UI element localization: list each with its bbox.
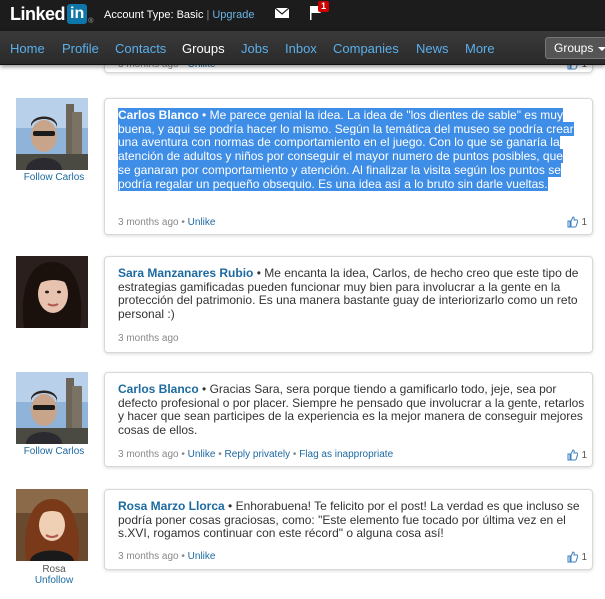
comment-text: Carlos Blanco • Me parece genial la idea…: [118, 108, 574, 191]
comment-meta: 3 months ago • Unlike: [118, 217, 216, 228]
nav-groups[interactable]: Groups: [182, 41, 225, 56]
unlike-link[interactable]: Unlike: [188, 217, 216, 228]
avatar-carlos-image: [16, 372, 88, 444]
thumbs-up-icon: [567, 551, 579, 563]
comment-author[interactable]: Rosa Marzo Llorca: [118, 499, 225, 513]
comment-author[interactable]: Carlos Blanco: [118, 108, 199, 122]
rosa-follow: Rosa Unfollow: [10, 564, 98, 586]
nav-contacts[interactable]: Contacts: [115, 41, 166, 56]
unlike-link[interactable]: Unlike: [188, 551, 216, 562]
search-scope-value: Groups: [554, 41, 594, 55]
avatar-carlos-image: [16, 98, 88, 170]
avatar-sara-image: [16, 256, 88, 328]
comment-author[interactable]: Sara Manzanares Rubio: [118, 266, 253, 280]
nav-jobs[interactable]: Jobs: [241, 41, 268, 56]
unfollow-link[interactable]: Unfollow: [35, 575, 73, 586]
logo-word: Linked: [10, 3, 66, 24]
comment-text: Sara Manzanares Rubio • Me encanta la id…: [118, 266, 588, 322]
comment-text: Carlos Blanco • Gracias Sara, sera porqu…: [118, 382, 588, 438]
unlike-link[interactable]: Unlike: [188, 449, 216, 460]
comment-meta: 3 months ago • Unlike: [118, 551, 216, 562]
comment-meta: 3 months ago • Unlike • Reply privately …: [118, 449, 394, 460]
top-bar: Linked in ® Account Type: Basic | Upgrade …: [0, 0, 605, 31]
account-type-label: Account Type: Basic: [104, 9, 204, 21]
like-count[interactable]: 1: [567, 449, 587, 461]
avatar[interactable]: [16, 256, 88, 328]
comment-card: Sara Manzanares Rubio • Me encanta la id…: [104, 256, 593, 353]
nav-inbox[interactable]: Inbox: [285, 41, 317, 56]
upgrade-link[interactable]: Upgrade: [212, 9, 254, 21]
comment-time: 3 months ago: [118, 217, 179, 228]
comment-time: 3 months ago: [118, 333, 179, 344]
nav-profile[interactable]: Profile: [62, 41, 99, 56]
thumbs-up-icon: [567, 216, 579, 228]
comment-time: 3 months ago: [118, 551, 179, 562]
nav-more[interactable]: More: [465, 41, 495, 56]
main-nav: Home Profile Contacts Groups Jobs Inbox …: [0, 31, 605, 65]
chevron-down-icon: [598, 47, 605, 51]
comment-time: 3 months ago: [118, 449, 179, 460]
avatar[interactable]: [16, 372, 88, 444]
search-scope-select[interactable]: Groups: [545, 37, 605, 59]
account-type: Account Type: Basic | Upgrade: [104, 9, 255, 21]
comment-meta: 3 months ago: [118, 333, 179, 344]
registered-mark: ®: [88, 18, 94, 25]
linkedin-logo[interactable]: Linked in ®: [10, 3, 94, 26]
comment-selected-text: Carlos Blanco • Me parece genial la idea…: [118, 108, 574, 191]
comment-text: Rosa Marzo Llorca • Enhorabuena! Te feli…: [118, 499, 588, 541]
nav-companies[interactable]: Companies: [333, 41, 399, 56]
comment-card: Carlos Blanco • Me parece genial la idea…: [104, 98, 593, 235]
follow-carlos-link[interactable]: Follow Carlos: [10, 446, 98, 457]
flag-inappropriate-link[interactable]: Flag as inappropriate: [299, 449, 393, 460]
avatar[interactable]: [16, 489, 88, 561]
mail-icon[interactable]: [275, 8, 289, 18]
comment-card: Carlos Blanco • Gracias Sara, sera porqu…: [104, 372, 593, 467]
comment-card: Rosa Marzo Llorca • Enhorabuena! Te feli…: [104, 489, 593, 570]
notification-badge: 1: [318, 1, 330, 12]
avatar-rosa-image: [16, 489, 88, 561]
follow-carlos-link[interactable]: Follow Carlos: [10, 172, 98, 183]
avatar[interactable]: [16, 98, 88, 170]
like-count[interactable]: 1: [567, 551, 587, 563]
logo-box: in: [67, 4, 88, 24]
thumbs-up-icon: [567, 449, 579, 461]
reply-privately-link[interactable]: Reply privately: [225, 449, 291, 460]
comment-author[interactable]: Carlos Blanco: [118, 382, 199, 396]
rosa-first-name: Rosa: [42, 564, 66, 575]
nav-home[interactable]: Home: [10, 41, 45, 56]
nav-news[interactable]: News: [416, 41, 449, 56]
like-count[interactable]: 1: [567, 216, 587, 228]
